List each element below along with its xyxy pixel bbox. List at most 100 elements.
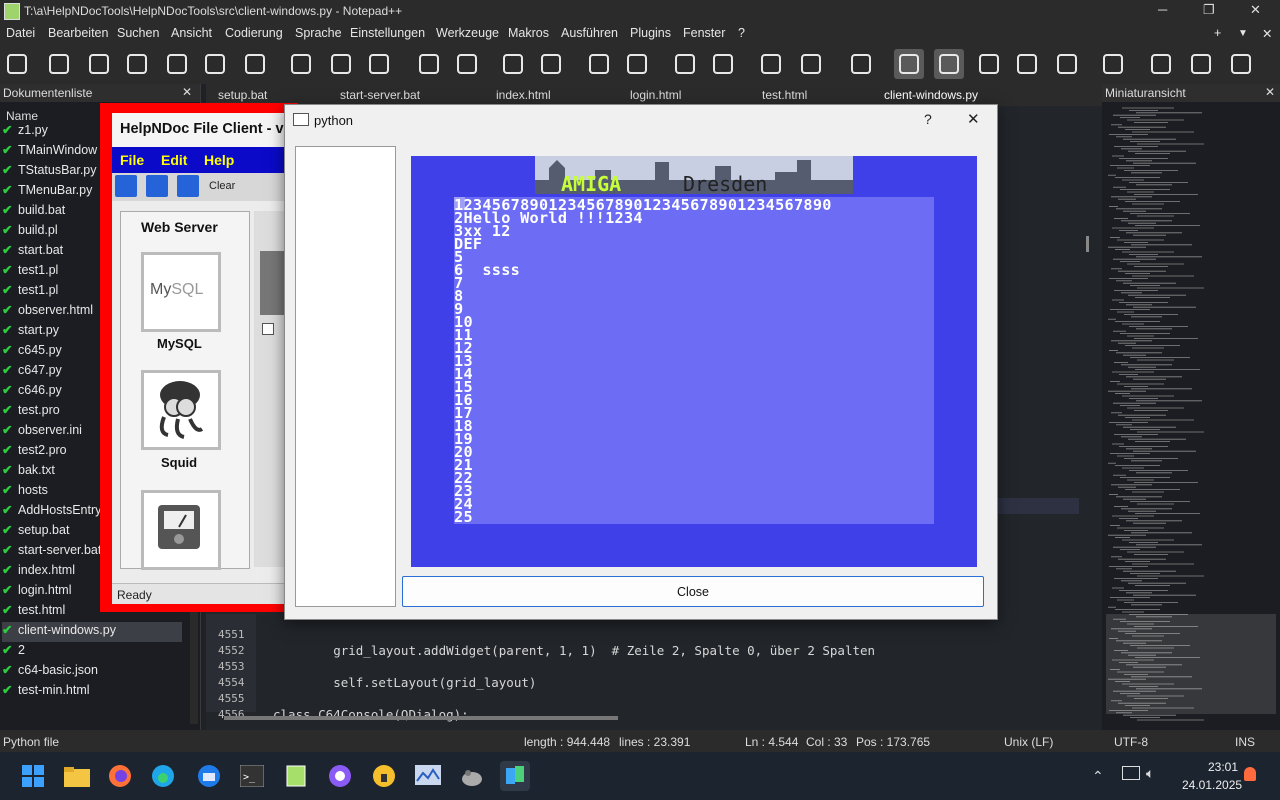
file-explorer-icon[interactable] — [62, 761, 92, 791]
close-all-icon[interactable] — [200, 49, 230, 79]
menu-codierung[interactable]: Codierung — [225, 26, 283, 40]
save-icon[interactable] — [115, 175, 137, 197]
menu-bearbeiten[interactable]: Bearbeiten — [48, 26, 108, 40]
menu-suchen[interactable]: Suchen — [117, 26, 159, 40]
sync-v-icon[interactable] — [670, 49, 700, 79]
helpndoc-menu-file[interactable]: File — [120, 152, 144, 168]
volume-icon[interactable]: 🔈︎ — [1146, 765, 1154, 782]
tab-test-html[interactable]: test.html — [762, 88, 807, 102]
close-window-icon[interactable]: ✕ — [1250, 2, 1261, 18]
document-list-item[interactable]: ✔ client-windows.py — [2, 622, 182, 642]
save-all-icon[interactable] — [122, 49, 152, 79]
close-panel-icon[interactable]: ✕ — [182, 85, 192, 99]
play-macro-icon[interactable] — [1226, 49, 1256, 79]
close-minimap-icon[interactable]: ✕ — [1265, 85, 1275, 99]
save-all-icon[interactable] — [177, 175, 199, 197]
terminal-icon[interactable]: >_ — [237, 761, 267, 791]
close-icon[interactable] — [162, 49, 192, 79]
menu-ausfuehren[interactable]: Ausführen — [561, 26, 618, 40]
document-list-item[interactable]: ✔ 2 — [2, 642, 182, 662]
find-icon[interactable] — [498, 49, 528, 79]
save-icon[interactable] — [84, 49, 114, 79]
clear-button[interactable]: Clear — [209, 180, 235, 192]
folder-workspace-icon[interactable] — [1052, 49, 1082, 79]
show-all-chars-icon[interactable] — [796, 49, 826, 79]
save-as-icon[interactable] — [146, 175, 168, 197]
menu-ansicht[interactable]: Ansicht — [171, 26, 212, 40]
document-list-item[interactable]: ✔ test-min.html — [2, 682, 182, 702]
tab-client-windows-py[interactable]: client-windows.py — [884, 88, 978, 102]
menu-fenster[interactable]: Fenster — [683, 26, 725, 40]
mysql-tile[interactable]: MySQL — [141, 252, 221, 332]
zoom-in-icon[interactable] — [584, 49, 614, 79]
paste-icon[interactable] — [364, 49, 394, 79]
content-checkbox[interactable] — [262, 323, 274, 335]
close-dialog-icon[interactable]: ✕ — [967, 110, 980, 128]
copy-icon[interactable] — [326, 49, 356, 79]
doc-map-icon[interactable] — [934, 49, 964, 79]
zoom-out-icon[interactable] — [622, 49, 652, 79]
print-icon[interactable] — [240, 49, 270, 79]
monitor-app-icon[interactable] — [413, 761, 443, 791]
stop-macro-icon[interactable] — [1186, 49, 1216, 79]
thunderbird-icon[interactable] — [194, 761, 224, 791]
squid-tile[interactable] — [141, 370, 221, 450]
clock-time[interactable]: 23:01 — [1208, 760, 1238, 774]
maximize-icon[interactable]: ❐ — [1203, 2, 1215, 18]
tab-setup-bat[interactable]: setup.bat — [218, 88, 267, 102]
document-list-item[interactable]: ✔ c64-basic.json — [2, 662, 182, 682]
keepass-icon[interactable] — [369, 761, 399, 791]
status-eol[interactable]: Unix (LF) — [1004, 735, 1053, 749]
firefox-icon[interactable] — [105, 761, 135, 791]
notification-bell-icon[interactable] — [1244, 767, 1256, 781]
status-mode[interactable]: INS — [1235, 735, 1255, 749]
open-icon[interactable] — [44, 49, 74, 79]
edge-icon[interactable] — [148, 761, 178, 791]
cut-icon[interactable] — [286, 49, 316, 79]
menu-datei[interactable]: Datei — [6, 26, 35, 40]
menu-werkzeuge[interactable]: Werkzeuge — [436, 26, 499, 40]
new-tab-icon[interactable]: + — [1214, 26, 1221, 40]
help-icon[interactable]: ? — [924, 111, 932, 127]
menu-plugins[interactable]: Plugins — [630, 26, 671, 40]
monitoring-icon[interactable] — [1098, 49, 1128, 79]
helpndoc-menu-help[interactable]: Help — [204, 152, 234, 168]
wrap-icon[interactable] — [756, 49, 786, 79]
monitor-tile[interactable] — [141, 490, 221, 570]
notepadpp-icon[interactable] — [281, 761, 311, 791]
c64-screen[interactable]: 1234567890123456789012345678901234567890… — [454, 197, 934, 525]
minimap-preview[interactable] — [1106, 106, 1276, 726]
sync-h-icon[interactable] — [708, 49, 738, 79]
menu-help[interactable]: ? — [738, 26, 745, 40]
tab-login-html[interactable]: login.html — [630, 88, 681, 102]
dialog-side-list[interactable] — [295, 146, 396, 607]
record-macro-icon[interactable] — [1146, 49, 1176, 79]
helpndoc-menu-edit[interactable]: Edit — [161, 152, 187, 168]
vertical-scroll-thumb[interactable] — [1086, 236, 1089, 252]
tab-list-icon[interactable]: ▼ — [1238, 28, 1248, 39]
code-line[interactable]: grid_layout.addWidget(parent, 1, 1) # Ze… — [273, 643, 875, 658]
clock-date[interactable]: 24.01.2025 — [1182, 778, 1242, 792]
tab-start-server-bat[interactable]: start-server.bat — [340, 88, 420, 102]
gimp-icon[interactable] — [457, 761, 487, 791]
minimize-icon[interactable]: ─ — [1158, 2, 1167, 17]
menu-makros[interactable]: Makros — [508, 26, 549, 40]
menu-einstellungen[interactable]: Einstellungen — [350, 26, 425, 40]
network-icon[interactable] — [1122, 766, 1140, 780]
close-tab-icon[interactable]: ✕ — [1262, 26, 1272, 41]
close-button[interactable]: Close — [402, 576, 984, 607]
code-line[interactable]: self.setLayout(grid_layout) — [273, 675, 536, 690]
udl-icon[interactable] — [894, 49, 924, 79]
doc-list-icon[interactable] — [974, 49, 1004, 79]
replace-icon[interactable] — [536, 49, 566, 79]
windows-start-icon[interactable] — [18, 761, 48, 791]
tab-index-html[interactable]: index.html — [496, 88, 551, 102]
horizontal-scrollbar[interactable] — [224, 716, 618, 720]
menu-sprache[interactable]: Sprache — [295, 26, 342, 40]
c64-console[interactable]: AMIGA Dresden 12345678901234567890123456… — [411, 156, 977, 567]
function-list-icon[interactable] — [1012, 49, 1042, 79]
github-desktop-icon[interactable] — [325, 761, 355, 791]
status-encoding[interactable]: UTF-8 — [1114, 735, 1148, 749]
new-icon[interactable] — [2, 49, 32, 79]
python-app-icon[interactable] — [500, 761, 530, 791]
